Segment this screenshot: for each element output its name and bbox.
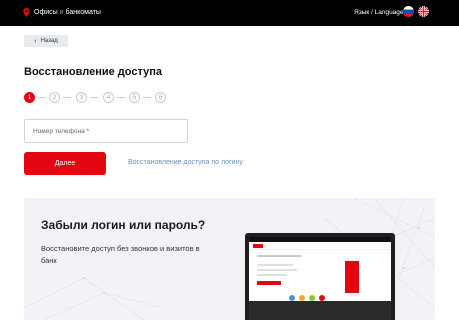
step-divider xyxy=(90,97,98,98)
step-divider xyxy=(38,97,46,98)
screen-footer xyxy=(249,301,391,320)
offices-atms-link[interactable]: Офисы и банкоматы xyxy=(34,9,101,16)
uk-flag-icon[interactable] xyxy=(418,6,429,17)
back-button-label: Назад xyxy=(40,38,58,44)
step-divider xyxy=(63,97,71,98)
step-1: 1 xyxy=(24,92,35,103)
laptop-screen xyxy=(249,237,391,320)
screen-button xyxy=(257,281,281,285)
step-6: 6 xyxy=(155,92,166,103)
top-bar: Офисы и банкоматы Язык / Language xyxy=(0,0,459,26)
screen-nav xyxy=(249,243,391,250)
back-button[interactable]: ‹ Назад xyxy=(24,35,68,47)
chevron-left-icon: ‹ xyxy=(34,37,37,45)
step-3: 3 xyxy=(76,92,87,103)
step-divider xyxy=(117,97,125,98)
page-title: Восстановление доступа xyxy=(24,66,162,78)
login-recovery-link[interactable]: Восстановление доступа по логину xyxy=(128,159,243,166)
promo-text: Восстановите доступ без звонков и визито… xyxy=(41,244,200,265)
atms-label: банкоматы xyxy=(65,9,101,16)
screen-logo xyxy=(253,244,263,248)
offices-separator: и xyxy=(59,9,64,16)
next-button[interactable]: Далее xyxy=(24,152,106,175)
stepper: 1 2 3 4 5 6 xyxy=(24,92,174,103)
step-2: 2 xyxy=(49,92,60,103)
promo-title: Забыли логин или пароль? xyxy=(41,218,206,232)
screen-text-line xyxy=(257,255,301,257)
step-divider xyxy=(143,97,151,98)
screen-text-line xyxy=(257,274,287,276)
promo-banner: Забыли логин или пароль? Восстановите до… xyxy=(24,198,435,320)
screen-text-line xyxy=(257,264,293,266)
offices-label: Офисы xyxy=(34,9,58,16)
step-4: 4 xyxy=(103,92,114,103)
russia-flag-icon[interactable] xyxy=(403,6,414,17)
screen-hero-image xyxy=(345,261,359,293)
phone-input[interactable] xyxy=(24,119,188,143)
map-pin-icon[interactable] xyxy=(23,8,30,17)
step-5: 5 xyxy=(129,92,140,103)
laptop-illustration xyxy=(245,233,395,320)
screen-topbar xyxy=(249,237,391,242)
screen-text-line xyxy=(257,269,297,271)
language-switcher[interactable]: Язык / Language xyxy=(354,9,404,16)
